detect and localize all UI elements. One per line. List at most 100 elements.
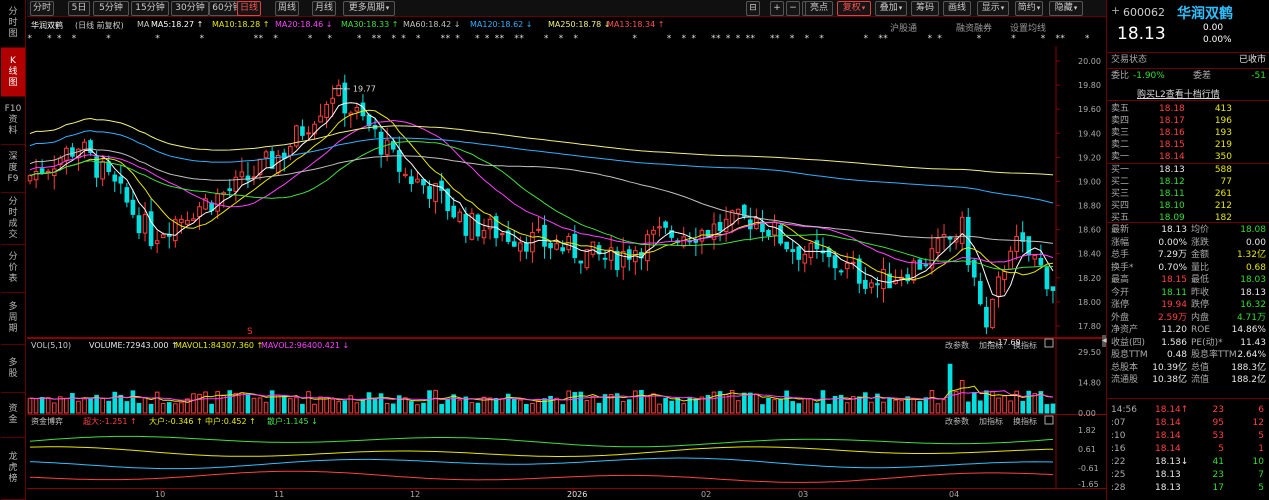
tick-price: 18.14↑ [1155, 405, 1189, 415]
candle-body [978, 281, 983, 305]
sidebar-tab-char: 龙 [8, 452, 18, 462]
bright-points-button[interactable]: 亮点 [805, 1, 833, 16]
stat-row: 总手 7.29万 金额 1.32亿 [1107, 249, 1269, 261]
candle-body [796, 246, 802, 260]
stat-value: 0.48 [1166, 350, 1187, 360]
ask-price: 18.16 [1159, 128, 1185, 138]
toolbar-right-button-3[interactable]: 显示 [977, 1, 1009, 16]
toolbar-right-button-4[interactable]: 简约 [1015, 1, 1043, 16]
sidebar-tab-1[interactable]: K线图 [1, 48, 25, 97]
period-button-1[interactable]: 5日 [68, 1, 90, 16]
candle-body [70, 147, 75, 157]
volume-bar [675, 397, 681, 414]
volume-bar [633, 390, 638, 414]
volume-bar [1008, 400, 1013, 414]
candle-body [717, 221, 723, 231]
volume-bar [402, 397, 408, 414]
volume-bar [263, 401, 269, 414]
fund-close-icon[interactable] [1044, 415, 1054, 425]
fund-link-2[interactable]: 换指标 [1013, 416, 1037, 426]
period-button-6[interactable]: 日线 [237, 1, 261, 16]
sidebar-tab-5[interactable]: 分价表 [1, 245, 25, 293]
toolbar-right-button-2[interactable]: 画线 [943, 1, 971, 16]
sidebar-tab-3[interactable]: 深度 F9 [1, 145, 25, 193]
vol-link-0[interactable]: 改参数 [945, 340, 969, 350]
period-button-7[interactable]: 周线 [275, 1, 299, 16]
tick-count: 7 [1258, 470, 1264, 480]
fund-link-0[interactable]: 改参数 [945, 416, 969, 426]
volume-bar [487, 397, 493, 414]
ask-label: 卖四 [1111, 116, 1130, 126]
sidebar-tab-char: 图 [8, 77, 18, 88]
period-button-9[interactable]: 更多周期 [343, 1, 395, 16]
tick-time: :22 [1111, 457, 1126, 467]
period-button-4[interactable]: 30分钟 [171, 1, 209, 16]
volume-bar [1026, 390, 1032, 414]
stat-label: 最新 [1111, 225, 1130, 235]
volume-bar [294, 397, 299, 414]
tick-price: 18.13 [1155, 483, 1181, 493]
kline-chart[interactable]: 20.00 19.80 19.60 19.40 19.20 19.00 18.80 18.60… [27, 18, 1106, 500]
candle-body [1014, 236, 1019, 252]
sidebar-tab-7[interactable]: 多股 [1, 345, 25, 393]
candle-body [850, 261, 856, 264]
tick-volume: 17 [1212, 483, 1224, 493]
vol-indicator-label: VOL(5,10) [31, 341, 71, 350]
toolbar-right-button-5[interactable]: 隐藏 [1049, 1, 1083, 16]
period-button-0[interactable]: 分时 [30, 1, 54, 16]
toolbar-icon-2[interactable]: − [786, 1, 800, 16]
fund-link-1[interactable]: 加指标 [979, 416, 1003, 426]
volume-bar [384, 402, 390, 414]
sidebar-tab-4[interactable]: 分时成交 [1, 193, 25, 245]
sidebar-tab-0[interactable]: 分时图 [1, 0, 25, 48]
volume-bar [136, 402, 142, 414]
vol-link-1[interactable]: 加指标 [979, 340, 1003, 350]
period-button-3[interactable]: 15分钟 [131, 1, 169, 16]
tick-count: 5 [1258, 483, 1264, 493]
volume-bar [245, 394, 251, 414]
period-button-8[interactable]: 月线 [312, 1, 336, 16]
volume-bar [239, 392, 245, 414]
toolbar-right-button-0[interactable]: 叠加 [875, 1, 907, 16]
vol-close-icon[interactable] [1044, 338, 1054, 348]
stat-value: 1.586 [1161, 337, 1187, 348]
stat-label: 今开 [1111, 287, 1130, 298]
toolbar-right-button-1[interactable]: 筹码 [911, 1, 939, 16]
stat-value: 0.00% [1158, 237, 1187, 248]
volume-bar [1020, 400, 1026, 414]
sidebar-tab-8[interactable]: 资金 [1, 393, 25, 438]
sidebar-tab-char: 多 [8, 302, 18, 312]
fund-indicator-label: 资金博弈 [31, 416, 63, 426]
weicha-label: 委差 [1193, 71, 1212, 81]
volume-bar [106, 400, 112, 414]
volume-bar [227, 390, 233, 414]
candle-body [590, 241, 596, 255]
toolbar-icon-0[interactable]: ⊟ [746, 1, 760, 16]
fuquan-button[interactable]: 复权 [837, 1, 871, 16]
candle-body [124, 187, 130, 203]
volume-bar [281, 395, 287, 414]
candle-body [378, 131, 384, 155]
ask-row: 卖三 18.16 193 [1107, 127, 1269, 139]
stat-label: 股息TTM [1111, 350, 1148, 360]
sidebar-tab-2[interactable]: F10 资料 [1, 97, 25, 145]
volume-bar [76, 400, 81, 414]
ask-volume: 196 [1214, 116, 1232, 126]
candle-body [548, 242, 553, 249]
candle-body [536, 228, 541, 231]
volume-bar [929, 390, 935, 414]
buy-l2-link[interactable]: 购买L2查看十档行情 [1137, 87, 1220, 100]
bid-price: 18.11 [1159, 189, 1185, 199]
price-tick-label: 18.00 [1078, 298, 1101, 307]
sidebar-tab-9[interactable]: 龙虎榜 [1, 438, 25, 500]
price-tick-label: 17.80 [1078, 322, 1101, 331]
weibi-row: 委比 -1.90% 委差 -51 [1107, 70, 1269, 82]
stat-label: 涨跌 [1191, 237, 1210, 248]
toolbar-icon-1[interactable]: + [770, 1, 784, 16]
sidebar-tab-6[interactable]: 多周期 [1, 293, 25, 345]
vol-link-2[interactable]: 换指标 [1013, 340, 1037, 350]
period-button-2[interactable]: 5分钟 [93, 1, 129, 16]
add-stock-button[interactable]: + [1111, 4, 1120, 17]
stat-label: 昨收 [1191, 287, 1210, 298]
panel-collapse-handle[interactable]: ◀ [1102, 335, 1107, 347]
